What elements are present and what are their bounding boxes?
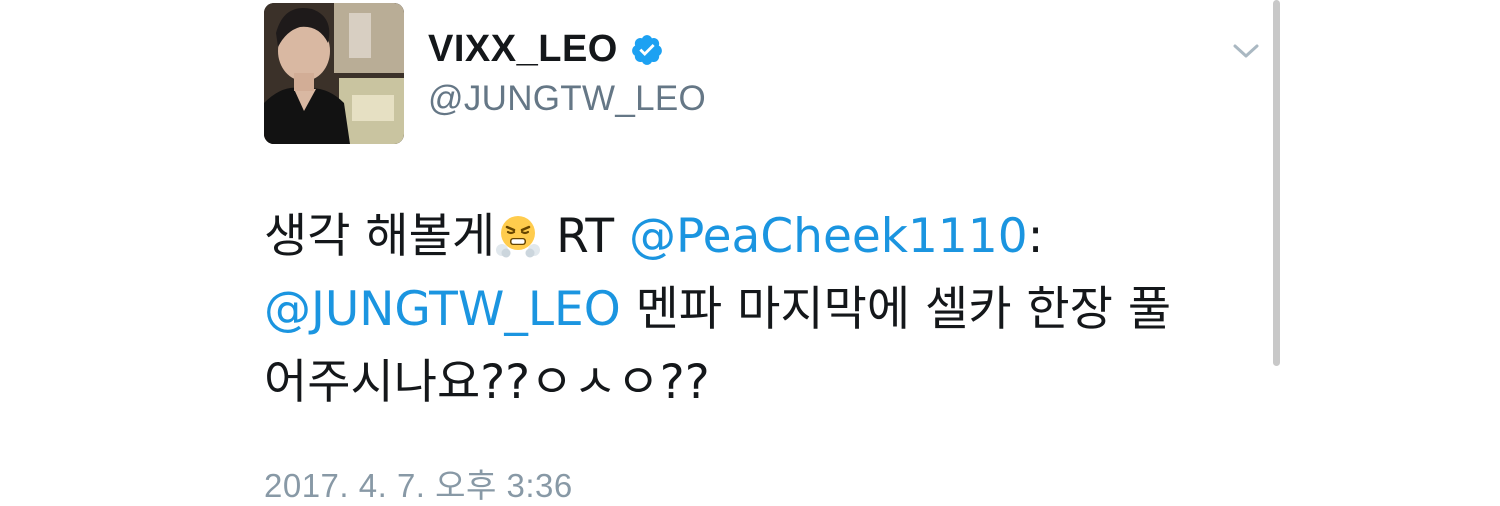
- tweet-text-segment: 멘파 마지막에 셀카 한장 풀: [620, 282, 1172, 337]
- scrollbar[interactable]: [1273, 0, 1280, 366]
- tweet-card: VIXX_LEO @JUNGTW_LEO 생각 해볼게 RT @PeaCheek…: [0, 0, 1500, 504]
- tweet-text-segment: :: [1027, 209, 1044, 264]
- mention-link-jungtw-leo[interactable]: @JUNGTW_LEO: [264, 282, 621, 337]
- tweet-text-segment: 어주시나요??ㅇㅅㅇ??: [264, 355, 710, 410]
- face-with-steam-from-nose-emoji: [495, 206, 541, 258]
- user-handle[interactable]: @JUNGTW_LEO: [428, 78, 706, 120]
- chevron-down-icon[interactable]: [1232, 42, 1260, 60]
- tweet-text: 생각 해볼게 RT @PeaCheek1110: @JUNGTW_LEO 멘파 …: [264, 200, 1264, 419]
- tweet-text-line-3: 어주시나요??ㅇㅅㅇ??: [264, 346, 1264, 419]
- verified-badge-icon: [630, 32, 664, 66]
- tweet-text-line-1: 생각 해볼게 RT @PeaCheek1110:: [264, 200, 1264, 273]
- mention-link-peacheek[interactable]: @PeaCheek1110: [629, 209, 1028, 264]
- tweet-text-segment: 생각 해볼게: [264, 209, 496, 264]
- display-name[interactable]: VIXX_LEO: [428, 26, 618, 72]
- display-name-row[interactable]: VIXX_LEO: [428, 26, 664, 72]
- tweet-text-line-2: @JUNGTW_LEO 멘파 마지막에 셀카 한장 풀: [264, 273, 1264, 346]
- avatar[interactable]: [264, 3, 404, 144]
- tweet-timestamp[interactable]: 2017. 4. 7. 오후 3:36: [264, 466, 573, 506]
- retweet-prefix: RT: [541, 209, 629, 264]
